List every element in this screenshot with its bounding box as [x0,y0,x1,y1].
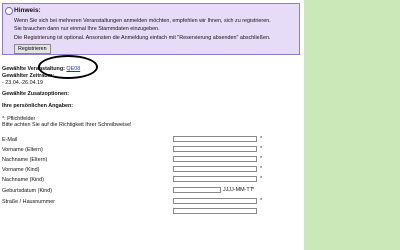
period-value: - 23.04.-26.04.19 [2,80,44,86]
parent-firstname-field[interactable] [173,146,257,152]
child-firstname-label: Vorname (Kind) [2,167,40,173]
date-format-hint: JJJJ-MM-TT [223,187,253,193]
spelling-note: Bitte achten Sie auf die Richtigkeit Ihr… [2,122,132,128]
required-mark: * [252,187,255,193]
notice-line-1: Wenn Sie sich bei mehreren Veranstaltung… [14,18,271,24]
child-birthdate-field[interactable] [173,187,221,193]
street-extra-field[interactable] [173,208,257,214]
personal-heading: Ihre persönlichen Angaben: [2,103,74,109]
child-birthdate-label: Geburtsdatum (Kind) [2,188,53,194]
info-icon [5,7,13,15]
child-lastname-field[interactable] [173,176,257,182]
required-mark: * [260,156,263,162]
parent-lastname-field[interactable] [173,156,257,162]
parent-firstname-label: Vorname (Eltern) [2,147,43,153]
child-lastname-label: Nachname (Kind) [2,177,44,183]
parent-lastname-label: Nachname (Eltern) [2,157,48,163]
email-field[interactable] [173,136,257,142]
required-mark: * [260,166,263,172]
notice-box: Hinweis: Wenn Sie sich bei mehreren Vera… [2,3,300,55]
required-mark: * [260,136,263,142]
highlight-circle [38,55,98,79]
notice-line-3: Die Registrierung ist optional. Ansonste… [14,35,271,41]
child-firstname-field[interactable] [173,166,257,172]
right-side-panel [304,0,400,250]
street-label: Straße / Hausnummer [2,199,56,205]
email-label: E-Mail [2,137,18,143]
notice-title: Hinweis: [14,7,41,14]
street-field[interactable] [173,198,257,204]
notice-line-2: Sie brauchen dann nur einmal Ihre Stammd… [14,26,160,32]
required-mark: * [260,176,263,182]
extras-label: Gewählte Zusatzoptionen: [2,91,70,97]
register-button[interactable]: Registrieren [14,44,51,54]
required-mark: * [260,146,263,152]
required-mark: * [260,198,263,204]
